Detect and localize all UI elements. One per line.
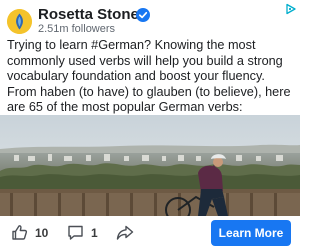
- post-header: Rosetta Stone 2.51m followers: [0, 0, 300, 38]
- post-image[interactable]: [0, 115, 300, 216]
- post-text: Trying to learn #German? Knowing the mos…: [7, 38, 291, 114]
- post-footer: 10 1 Learn More: [0, 216, 300, 250]
- ad-card: Rosetta Stone 2.51m followers Trying to …: [0, 0, 300, 250]
- share-icon[interactable]: [116, 224, 134, 241]
- like-count: 10: [35, 226, 49, 240]
- page-name[interactable]: Rosetta Stone: [38, 6, 139, 23]
- thumbs-up-icon[interactable]: [11, 224, 28, 241]
- follower-count: 2.51m followers: [38, 23, 116, 35]
- adchoices-icon[interactable]: [285, 3, 297, 15]
- verified-badge-icon: [136, 8, 150, 22]
- comment-count: 1: [91, 226, 98, 240]
- rosetta-stone-logo-icon[interactable]: [7, 9, 32, 34]
- learn-more-button[interactable]: Learn More: [211, 220, 291, 246]
- comment-icon[interactable]: [67, 224, 84, 241]
